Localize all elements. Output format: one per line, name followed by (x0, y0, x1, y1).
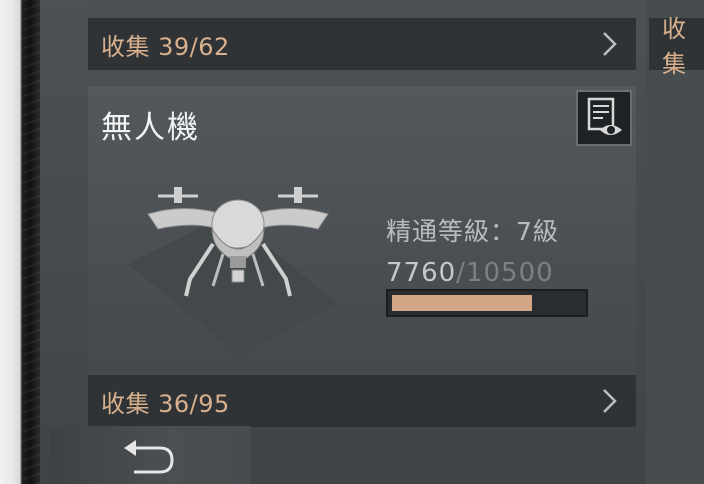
collection-count-bottom: 收集 36/95 (101, 389, 230, 418)
collection-count-top: 收集 39/62 (101, 32, 230, 61)
mastery-level: 精通等級：7級 (386, 217, 559, 246)
xp-current: 7760 (386, 258, 457, 288)
drone-card[interactable]: 無人機 精通等級：7級 7760/10500 (88, 86, 636, 376)
drone-illustration (128, 187, 338, 354)
list-eye-icon (587, 97, 622, 135)
collection-bar-top[interactable]: 收集 39/62 (88, 18, 636, 70)
card-title: 無人機 (101, 110, 200, 146)
back-area (50, 426, 250, 484)
chevron-right-icon (603, 32, 617, 56)
xp-readout: 7760/10500 (386, 258, 554, 288)
game-screen: 收集 39/62 收集 無人機 精通等級：7級 7760/10500 收集 36… (40, 0, 704, 484)
chevron-right-icon (603, 389, 617, 413)
collection-count-next: 收集 (662, 15, 687, 78)
xp-progress-bar (386, 289, 588, 317)
xp-separator: / (456, 258, 466, 288)
xp-progress-fill (392, 295, 532, 311)
collection-bar-bottom[interactable]: 收集 36/95 (88, 375, 636, 427)
phone-frame-left (0, 0, 40, 484)
return-arrow-icon[interactable] (120, 440, 180, 480)
collection-bar-next[interactable]: 收集 (649, 15, 704, 78)
xp-max: 10500 (465, 258, 554, 288)
info-button[interactable] (576, 90, 632, 146)
